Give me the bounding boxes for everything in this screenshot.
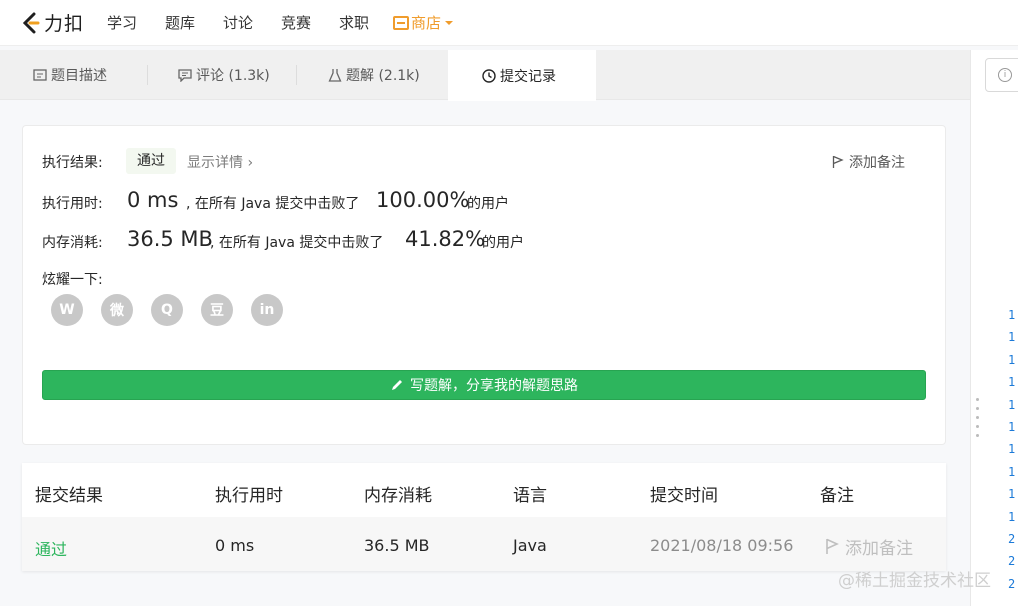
share-label: 炫耀一下:: [42, 272, 103, 288]
add-note-label: 添加备注: [849, 155, 905, 171]
show-details-link[interactable]: 显示详情 ›: [187, 152, 253, 172]
pencil-icon: [392, 380, 402, 390]
runtime-percent: 100.00%: [376, 188, 470, 212]
line-numbers: 1111111111222: [1008, 308, 1016, 591]
memory-beats-text: , 在所有 Java 提交中击败了: [210, 235, 384, 251]
memory-label: 内存消耗:: [42, 235, 103, 251]
tab-label: 评论 (1.3k): [196, 68, 270, 84]
tab-solutions[interactable]: 题解 (2.1k): [328, 50, 420, 100]
column-header-language: 语言: [513, 486, 547, 506]
info-button[interactable]: i: [985, 58, 1018, 92]
memory-value: 36.5 MB: [127, 227, 213, 251]
weibo-icon[interactable]: 微: [101, 294, 133, 326]
table-row: 通过 0 ms 36.5 MB Java 2021/08/18 09:56 添加…: [22, 517, 946, 571]
nav-item-shop[interactable]: 商店: [393, 12, 454, 33]
add-note-button[interactable]: 添加备注: [832, 152, 905, 172]
shop-label: 商店: [411, 14, 442, 32]
wechat-icon[interactable]: W: [51, 294, 83, 326]
row-add-note-button[interactable]: 添加备注: [825, 534, 913, 559]
watermark: @稀土掘金技术社区: [838, 571, 991, 591]
column-header-result: 提交结果: [35, 486, 103, 506]
write-solution-button[interactable]: 写题解，分享我的解题思路: [42, 370, 926, 400]
clock-icon: [482, 68, 496, 83]
leetcode-logo-icon: [22, 12, 40, 33]
flask-icon: [328, 69, 342, 82]
nav-item-problems[interactable]: 题库: [165, 12, 207, 33]
write-solution-label: 写题解，分享我的解题思路: [410, 378, 578, 394]
logo-text: 力扣: [44, 13, 85, 35]
chevron-down-icon: [445, 20, 454, 25]
comment-icon: [178, 69, 192, 82]
douban-icon[interactable]: 豆: [201, 294, 233, 326]
divider: [296, 65, 297, 85]
flag-icon: [826, 538, 839, 554]
top-nav: 力扣 学习 题库 讨论 竞赛 求职 商店: [0, 0, 1018, 46]
memory-suffix: 的用户: [482, 235, 524, 251]
tab-comments[interactable]: 评论 (1.3k): [178, 50, 270, 100]
column-header-note: 备注: [820, 486, 854, 506]
linkedin-icon[interactable]: in: [251, 294, 283, 326]
flag-icon: [832, 155, 844, 168]
runtime-beats-text: , 在所有 Java 提交中击败了: [186, 196, 360, 212]
nav-item-learn[interactable]: 学习: [107, 12, 149, 33]
tab-label: 提交记录: [500, 68, 556, 85]
memory-percent: 41.82%: [405, 227, 486, 251]
logo[interactable]: 力扣: [21, 9, 91, 36]
shop-icon: [393, 15, 409, 30]
tab-submissions[interactable]: 提交记录: [448, 50, 596, 101]
row-language: Java: [513, 536, 547, 555]
tab-label: 题解 (2.1k): [346, 68, 420, 84]
result-label: 执行结果:: [42, 155, 103, 171]
column-header-memory: 内存消耗: [364, 486, 432, 506]
row-runtime: 0 ms: [215, 536, 255, 555]
nav-item-discuss[interactable]: 讨论: [223, 12, 265, 33]
tab-label: 题目描述: [51, 68, 107, 84]
row-submit-time: 2021/08/18 09:56: [650, 536, 794, 555]
row-result-link[interactable]: 通过: [35, 536, 67, 560]
tab-bar: 题目描述 评论 (1.3k) 题解 (2.1k) 提交记录: [0, 50, 970, 101]
tab-description[interactable]: 题目描述: [33, 50, 107, 100]
column-header-time: 提交时间: [650, 486, 718, 506]
runtime-value: 0 ms: [127, 188, 179, 212]
row-add-note-label: 添加备注: [845, 539, 913, 559]
info-icon: i: [998, 68, 1012, 82]
nav-item-jobs[interactable]: 求职: [339, 12, 381, 33]
runtime-label: 执行用时:: [42, 196, 103, 212]
submissions-table: 提交结果 执行用时 内存消耗 语言 提交时间 备注 通过 0 ms 36.5 M…: [22, 463, 946, 571]
row-memory: 36.5 MB: [364, 536, 430, 555]
column-header-runtime: 执行用时: [215, 486, 283, 506]
nav-item-contest[interactable]: 竞赛: [281, 12, 323, 33]
runtime-suffix: 的用户: [467, 196, 509, 212]
divider: [147, 65, 148, 85]
status-badge: 通过: [126, 148, 176, 174]
document-icon: [33, 69, 47, 81]
qq-icon[interactable]: Q: [151, 294, 183, 326]
panel-resize-handle[interactable]: [976, 398, 979, 443]
